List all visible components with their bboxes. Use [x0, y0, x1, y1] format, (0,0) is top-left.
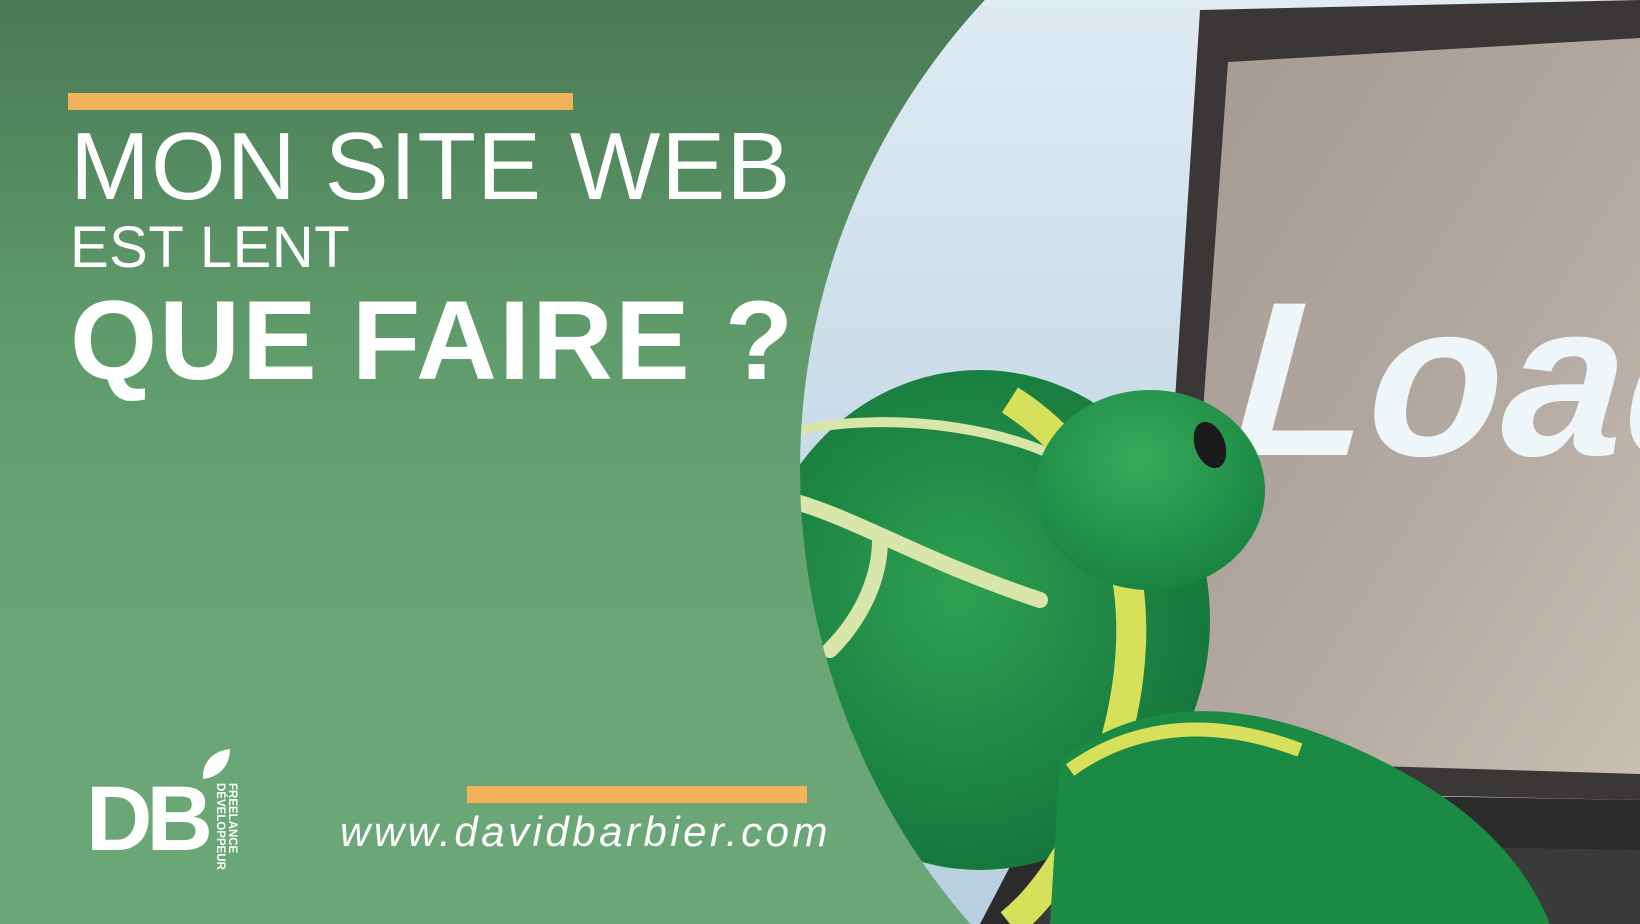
- website-url: www.davidbarbier.com: [340, 808, 831, 855]
- logo-subtitle-line-2: FREELANCE: [226, 783, 238, 854]
- headline-line-3: QUE FAIRE ?: [70, 278, 796, 403]
- logo-subtitle: DÉVELOPPEUR FREELANCE: [212, 783, 238, 870]
- brand-logo: DB DÉVELOPPEUR FREELANCE: [86, 745, 256, 870]
- logo-subtitle-line-1: DÉVELOPPEUR: [214, 783, 226, 870]
- headline-line-1: MON SITE WEB: [70, 113, 792, 220]
- thumbnail-banner: Load MON SITE WEB EST LENT QUE FAIRE ? D…: [0, 0, 1640, 924]
- headline-line-2: EST LENT: [70, 215, 351, 280]
- screen-loading-text: Load: [1227, 256, 1640, 502]
- accent-bar-top: [68, 93, 573, 110]
- accent-bar-bottom: [467, 786, 807, 803]
- logo-mark: DB: [86, 768, 213, 870]
